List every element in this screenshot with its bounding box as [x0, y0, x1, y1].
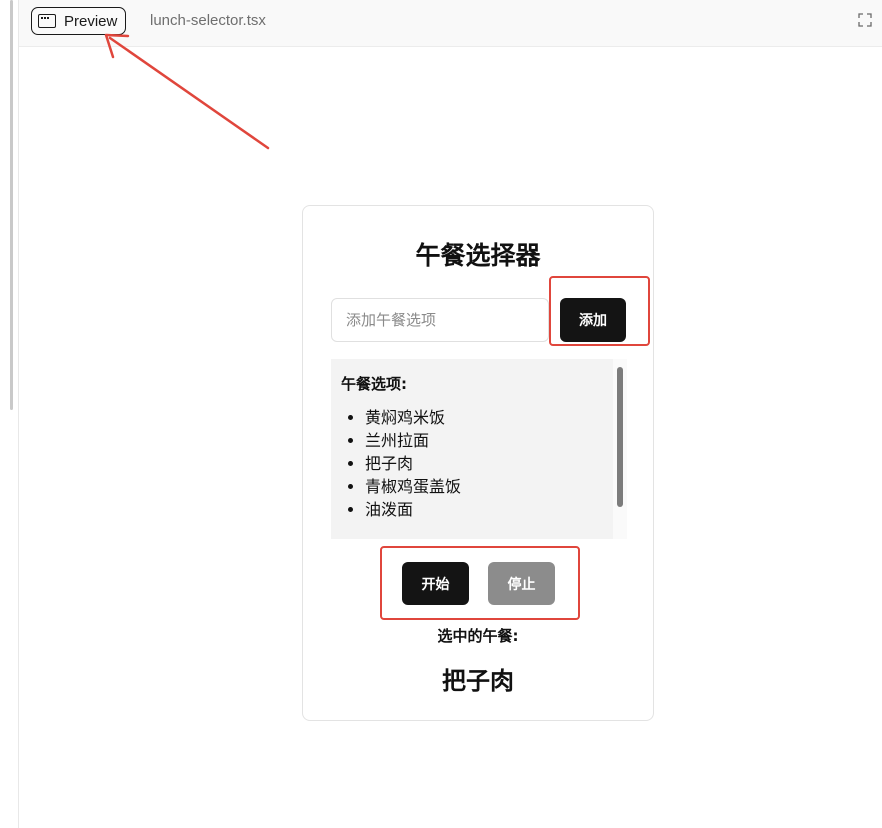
- options-title: 午餐选项:: [341, 375, 407, 393]
- scrollbar-thumb[interactable]: [617, 367, 623, 507]
- options-panel[interactable]: 午餐选项: 黄焖鸡米饭 兰州拉面 把子肉 青椒鸡蛋盖饭 油泼面: [331, 359, 627, 539]
- preview-button-label: Preview: [64, 12, 118, 30]
- preview-toolbar: Preview lunch-selector.tsx: [19, 0, 882, 47]
- file-name: lunch-selector.tsx: [150, 12, 266, 29]
- resize-handle[interactable]: [10, 0, 13, 410]
- browser-window-icon: [38, 14, 56, 28]
- expand-icon[interactable]: [858, 13, 872, 27]
- app-title: 午餐选择器: [415, 241, 541, 270]
- preview-button[interactable]: Preview: [31, 7, 127, 35]
- list-item: 青椒鸡蛋盖饭: [365, 475, 627, 498]
- left-rail: [0, 0, 19, 828]
- selected-lunch-label: 选中的午餐:: [437, 627, 519, 645]
- lunch-selector-card: 午餐选择器 添加 午餐选项: 黄焖鸡米饭 兰州拉面 把子肉 青椒鸡蛋盖饭 油泼面…: [302, 205, 654, 721]
- list-item: 把子肉: [365, 452, 627, 475]
- start-button[interactable]: 开始: [402, 562, 469, 605]
- add-button[interactable]: 添加: [560, 298, 626, 342]
- selected-lunch-value: 把子肉: [442, 667, 514, 695]
- options-scrollbar[interactable]: [613, 359, 627, 539]
- list-item: 黄焖鸡米饭: [365, 406, 627, 429]
- stop-button[interactable]: 停止: [488, 562, 555, 605]
- options-list: 黄焖鸡米饭 兰州拉面 把子肉 青椒鸡蛋盖饭 油泼面: [341, 406, 627, 521]
- list-item: 兰州拉面: [365, 429, 627, 452]
- list-item: 油泼面: [365, 498, 627, 521]
- add-option-input[interactable]: [331, 298, 549, 342]
